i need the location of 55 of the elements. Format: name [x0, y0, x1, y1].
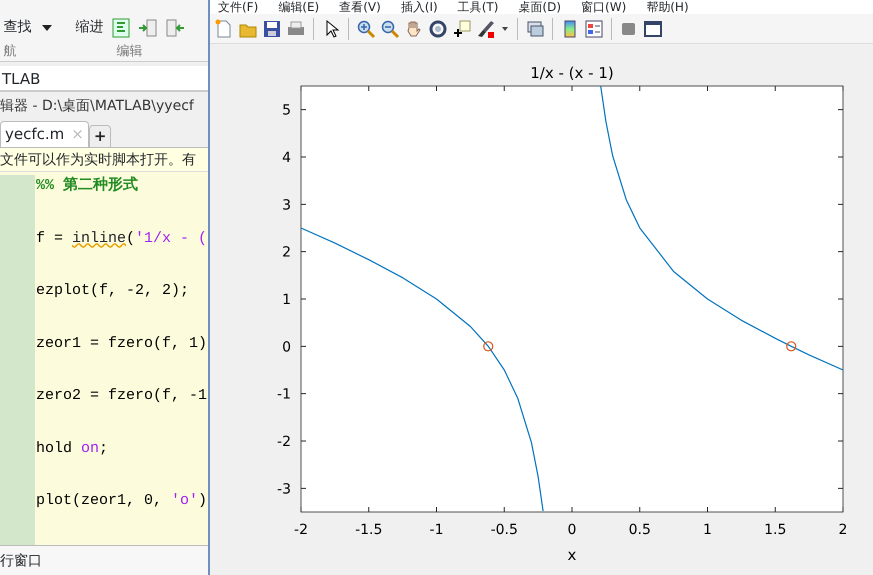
current-folder-path: TLAB: [0, 66, 208, 92]
tick-label: -1: [430, 522, 444, 538]
legend-icon[interactable]: [584, 18, 604, 38]
tick-label: 0: [282, 339, 291, 356]
x-axis-label: x: [568, 546, 576, 564]
tick-label: 3: [282, 197, 291, 214]
section-label: 编辑: [116, 42, 142, 60]
decrease-indent-icon[interactable]: [164, 18, 184, 38]
tick-label: 4: [282, 150, 291, 166]
code-line: f = inline('1/x - (: [35, 228, 208, 248]
tick-label: -1: [277, 386, 291, 403]
code-line: zeor1 = fzero(f, 1): [35, 334, 208, 354]
indent-label: 缩进: [76, 18, 104, 37]
tick-label: 5: [282, 102, 291, 119]
code-line: hold on;: [35, 438, 110, 458]
menu-item[interactable]: 窗口(W): [581, 0, 626, 14]
save-icon[interactable]: [262, 18, 282, 38]
info-bar-message: 文件可以作为实时脚本打开。有: [0, 148, 208, 172]
menu-item[interactable]: 帮助(H): [646, 0, 689, 14]
menu-item[interactable]: 插入(I): [400, 0, 438, 14]
tick-label: 0: [568, 522, 576, 538]
brush-icon[interactable]: [476, 18, 496, 38]
menu-item[interactable]: 查看(V): [339, 0, 381, 14]
tick-label: 1: [282, 292, 291, 308]
editor-title: 辑器 - D:\桌面\MATLAB\yyecf: [0, 97, 195, 116]
tick-label: -2: [277, 434, 291, 450]
indent-icon[interactable]: [110, 18, 130, 38]
tick-label: 1.5: [764, 522, 786, 538]
code-line: %% 第二种形式: [35, 175, 140, 196]
zoom-out-icon[interactable]: [380, 18, 400, 38]
new-tab-button[interactable]: +: [88, 124, 112, 146]
code-line: zero2 = fzero(f, -1: [35, 386, 208, 406]
data-cursor-icon[interactable]: [452, 18, 472, 38]
tick-label: 2: [282, 244, 291, 261]
menu-item[interactable]: 编辑(E): [278, 0, 320, 14]
find-button[interactable]: 查找: [4, 17, 32, 38]
increase-indent-icon[interactable]: [138, 18, 158, 38]
tick-label: -1.5: [355, 522, 382, 538]
section-label: 航: [4, 42, 16, 60]
tick-label: 0.5: [628, 522, 651, 538]
menu-item[interactable]: 文件(F): [218, 0, 258, 14]
menu-item[interactable]: 桌面(D): [518, 0, 562, 14]
zoom-in-icon[interactable]: [356, 18, 376, 38]
command-window-title: 行窗口: [0, 545, 208, 575]
file-tab[interactable]: yecfc.m ×: [0, 120, 89, 146]
tick-label: -0.5: [490, 522, 518, 538]
chart-title: 1/x - (x - 1): [530, 64, 614, 82]
tick-label: -2: [294, 522, 308, 538]
window-icon[interactable]: [643, 18, 663, 38]
tick-label: -3: [277, 481, 291, 498]
tick-label: 2: [838, 522, 848, 538]
tick-label: 1: [703, 522, 712, 538]
code-line: ezplot(f, -2, 2);: [35, 281, 190, 301]
menu-item[interactable]: 工具(T): [458, 0, 498, 14]
code-line: plot(zeor1, 0, 'o'): [35, 491, 208, 511]
